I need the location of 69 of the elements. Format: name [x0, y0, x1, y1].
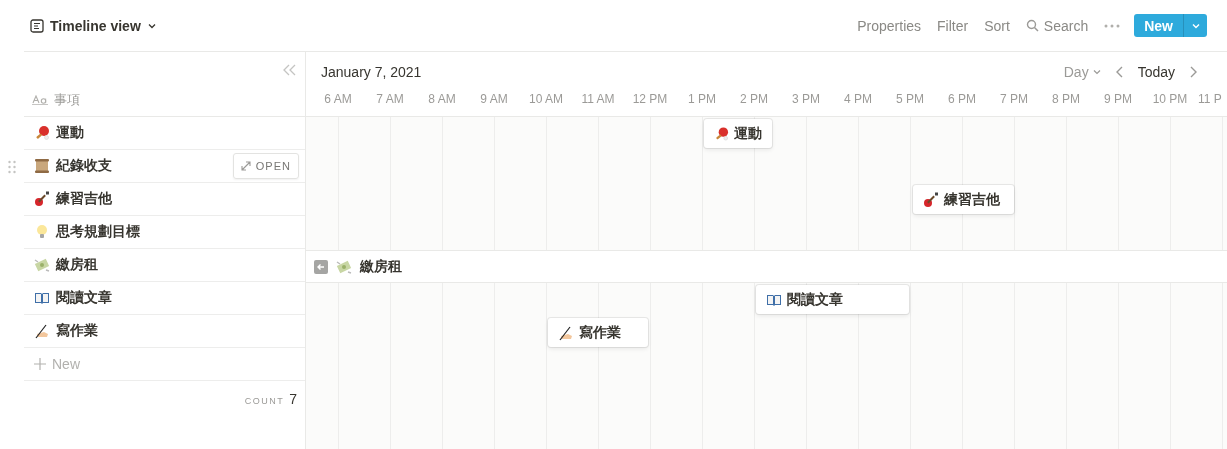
- row-title[interactable]: 練習吉他: [56, 190, 112, 208]
- view-title: Timeline view: [50, 17, 141, 34]
- hour-label: 7 AM: [375, 92, 405, 106]
- writing-hand-icon: [34, 323, 50, 339]
- card-title: 寫作業: [579, 323, 621, 342]
- paddle-icon: [34, 125, 50, 141]
- paddle-icon: [714, 125, 729, 142]
- chevron-down-icon: [1091, 67, 1102, 77]
- hour-label: 3 PM: [791, 92, 821, 106]
- hour-label: 1 PM: [687, 92, 717, 106]
- writing-hand-icon: [558, 324, 574, 341]
- timeline-card[interactable]: 寫作業: [548, 318, 648, 347]
- hour-label: 8 PM: [1051, 92, 1081, 106]
- row-title[interactable]: 寫作業: [56, 322, 98, 340]
- next-icon[interactable]: [1189, 66, 1197, 78]
- hour-label: 2 PM: [739, 92, 769, 106]
- bar-title: 繳房租: [360, 257, 402, 276]
- card-title: 閱讀文章: [787, 290, 843, 309]
- date-title: January 7, 2021: [321, 64, 422, 80]
- row-title[interactable]: 運動: [56, 124, 84, 142]
- row-title[interactable]: 繳房租: [56, 256, 98, 274]
- hour-label: 12 PM: [631, 92, 669, 106]
- open-button[interactable]: OPEN: [232, 153, 299, 179]
- toolbar-button[interactable]: Sort: [984, 17, 1010, 34]
- lightbulb-icon: [34, 224, 50, 240]
- column-title: 事項: [54, 91, 80, 109]
- hour-label: 5 PM: [895, 92, 925, 106]
- count-value: 7: [289, 391, 297, 407]
- guitar-icon: [923, 191, 939, 208]
- toolbar-button[interactable]: Properties: [857, 17, 922, 34]
- previous-icon[interactable]: [1115, 66, 1124, 78]
- hour-label: 7 PM: [999, 92, 1029, 106]
- plus-icon: [34, 358, 46, 370]
- money-icon: [336, 258, 352, 275]
- card-title: 練習吉他: [944, 190, 1000, 209]
- expand-icon: [240, 161, 251, 171]
- view-menu[interactable]: Timeline view: [30, 17, 157, 34]
- hour-label: 6 AM: [323, 92, 353, 106]
- hour-label: 4 PM: [843, 92, 873, 106]
- row-title[interactable]: 思考規劃目標: [56, 223, 140, 241]
- document-icon: [30, 18, 44, 33]
- hour-label: 10 AM: [528, 92, 564, 106]
- hour-label: 11 AM: [580, 92, 616, 106]
- hour-label: 10 PM: [1151, 92, 1189, 106]
- card-title: 運動: [734, 124, 762, 143]
- drag-handle-icon[interactable]: [8, 159, 16, 174]
- money-icon: [34, 257, 50, 273]
- hour-label: 9 PM: [1103, 92, 1133, 106]
- more-icon[interactable]: [1104, 23, 1121, 28]
- timeline-card[interactable]: 練習吉他: [913, 185, 1014, 214]
- row-title[interactable]: 閱讀文章: [56, 289, 112, 307]
- scroll-icon: [34, 158, 50, 174]
- timeline-bar[interactable]: 繳房租: [306, 250, 1227, 283]
- count-label: COUNT: [244, 396, 285, 406]
- hour-label: 6 PM: [947, 92, 977, 106]
- timeline-card[interactable]: 閱讀文章: [756, 285, 909, 314]
- guitar-icon: [34, 191, 50, 207]
- hour-label: 11 P: [1197, 92, 1222, 106]
- row-title[interactable]: 紀錄收支: [56, 157, 112, 175]
- text-type-icon: [32, 95, 48, 105]
- hour-label: 8 AM: [427, 92, 457, 106]
- timeline-card[interactable]: 運動: [704, 119, 772, 148]
- today-button[interactable]: Today: [1137, 64, 1175, 80]
- search-button[interactable]: Search: [1025, 17, 1089, 34]
- hour-label: 9 AM: [479, 92, 509, 106]
- toolbar-button[interactable]: Filter: [937, 17, 969, 34]
- search-icon: [1025, 19, 1039, 32]
- book-icon: [34, 290, 50, 306]
- collapse-icon[interactable]: [283, 64, 297, 76]
